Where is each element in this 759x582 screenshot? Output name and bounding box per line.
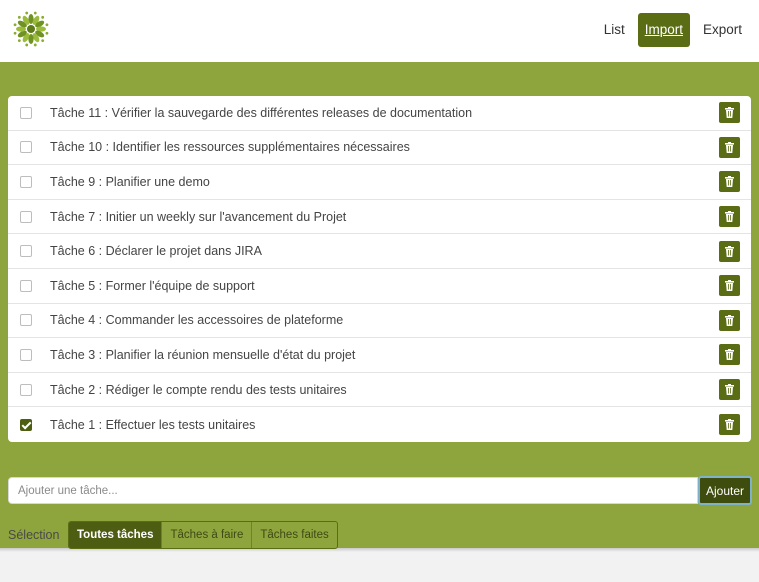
logo-dot <box>45 31 49 35</box>
task-row: Tâche 11 : Vérifier la sauvegarde des di… <box>8 96 751 131</box>
delete-task-button[interactable] <box>719 102 740 124</box>
task-row: Tâche 10 : Identifier les ressources sup… <box>8 131 751 166</box>
delete-task-button[interactable] <box>719 171 740 193</box>
logo-dot <box>41 39 45 43</box>
delete-task-button[interactable] <box>719 240 740 262</box>
add-task-button[interactable]: Ajouter <box>698 476 752 505</box>
delete-task-button[interactable] <box>719 206 740 228</box>
nav-list[interactable]: List <box>597 13 632 47</box>
add-task-input[interactable] <box>8 477 698 504</box>
logo-dot <box>17 15 21 19</box>
trash-icon <box>725 280 734 292</box>
task-label: Tâche 9 : Planifier une demo <box>50 174 210 189</box>
task-label: Tâche 1 : Effectuer les tests unitaires <box>50 417 256 432</box>
delete-task-button[interactable] <box>719 379 740 401</box>
task-checkbox[interactable] <box>20 279 32 292</box>
delete-task-button[interactable] <box>719 344 740 366</box>
delete-task-button[interactable] <box>719 309 740 331</box>
task-row: Tâche 7 : Initier un weekly sur l'avance… <box>8 200 751 235</box>
logo-dot <box>25 43 29 47</box>
main-nav: List Import Export <box>591 13 749 47</box>
nav-export-label: Export <box>702 22 742 37</box>
trash-icon <box>725 245 734 257</box>
delete-task-button[interactable] <box>719 136 740 158</box>
task-label: Tâche 11 : Vérifier la sauvegarde des di… <box>50 105 473 120</box>
task-label: Tâche 5 : Former l'équipe de support <box>50 278 255 293</box>
filter-all[interactable]: Toutes tâches <box>69 522 162 548</box>
trash-icon <box>725 349 734 361</box>
task-checkbox[interactable] <box>20 210 32 223</box>
delete-task-button[interactable] <box>719 275 740 297</box>
top-bar: List Import Export <box>0 0 759 62</box>
delete-task-button[interactable] <box>719 414 740 436</box>
trash-icon <box>725 107 734 119</box>
task-checkbox[interactable] <box>20 314 32 327</box>
logo-dot <box>41 15 45 19</box>
logo-dot <box>13 31 17 35</box>
trash-icon <box>725 419 734 431</box>
logo-dot <box>25 11 29 15</box>
task-checkbox[interactable] <box>20 418 32 431</box>
task-checkbox[interactable] <box>20 106 32 119</box>
logo-dot <box>33 43 37 47</box>
task-checkbox[interactable] <box>20 245 32 258</box>
task-label: Tâche 10 : Identifier les ressources sup… <box>50 140 410 155</box>
task-label: Tâche 2 : Rédiger le compte rendu des te… <box>50 382 347 397</box>
nav-export[interactable]: Export <box>696 13 749 47</box>
nav-import-label: Import <box>644 22 683 37</box>
logo-dot <box>13 23 17 27</box>
logo-dot <box>17 39 21 43</box>
flower-logo-icon[interactable] <box>12 10 50 48</box>
task-label: Tâche 3 : Planifier la réunion mensuelle… <box>50 347 356 362</box>
filter-todo[interactable]: Tâches à faire <box>161 522 251 548</box>
logo-dot <box>33 11 37 15</box>
task-label: Tâche 6 : Déclarer le projet dans JIRA <box>50 244 262 259</box>
task-label: Tâche 7 : Initier un weekly sur l'avance… <box>50 209 347 224</box>
task-row: Tâche 1 : Effectuer les tests unitaires <box>8 407 751 442</box>
task-row: Tâche 3 : Planifier la réunion mensuelle… <box>8 338 751 373</box>
task-row: Tâche 5 : Former l'équipe de support <box>8 269 751 304</box>
task-row: Tâche 9 : Planifier une demo <box>8 165 751 200</box>
logo-dot <box>45 23 49 27</box>
selection-label: Sélection <box>8 528 60 542</box>
task-checkbox[interactable] <box>20 383 32 396</box>
task-checkbox[interactable] <box>20 348 32 361</box>
task-list: Tâche 11 : Vérifier la sauvegarde des di… <box>8 96 751 442</box>
task-checkbox[interactable] <box>20 175 32 188</box>
trash-icon <box>725 314 734 326</box>
trash-icon <box>725 384 734 396</box>
task-row: Tâche 2 : Rédiger le compte rendu des te… <box>8 373 751 408</box>
task-label: Tâche 4 : Commander les accessoires de p… <box>50 313 344 328</box>
nav-import[interactable]: Import <box>637 13 690 47</box>
task-checkbox[interactable] <box>20 141 32 154</box>
task-row: Tâche 4 : Commander les accessoires de p… <box>8 304 751 339</box>
trash-icon <box>725 176 734 188</box>
task-row: Tâche 6 : Déclarer le projet dans JIRA <box>8 234 751 269</box>
trash-icon <box>725 211 734 223</box>
trash-icon <box>725 141 734 153</box>
filter-done[interactable]: Tâches faites <box>251 522 336 548</box>
filter-group: Toutes tâches Tâches à faire Tâches faites <box>68 521 338 549</box>
nav-list-label: List <box>603 22 625 37</box>
